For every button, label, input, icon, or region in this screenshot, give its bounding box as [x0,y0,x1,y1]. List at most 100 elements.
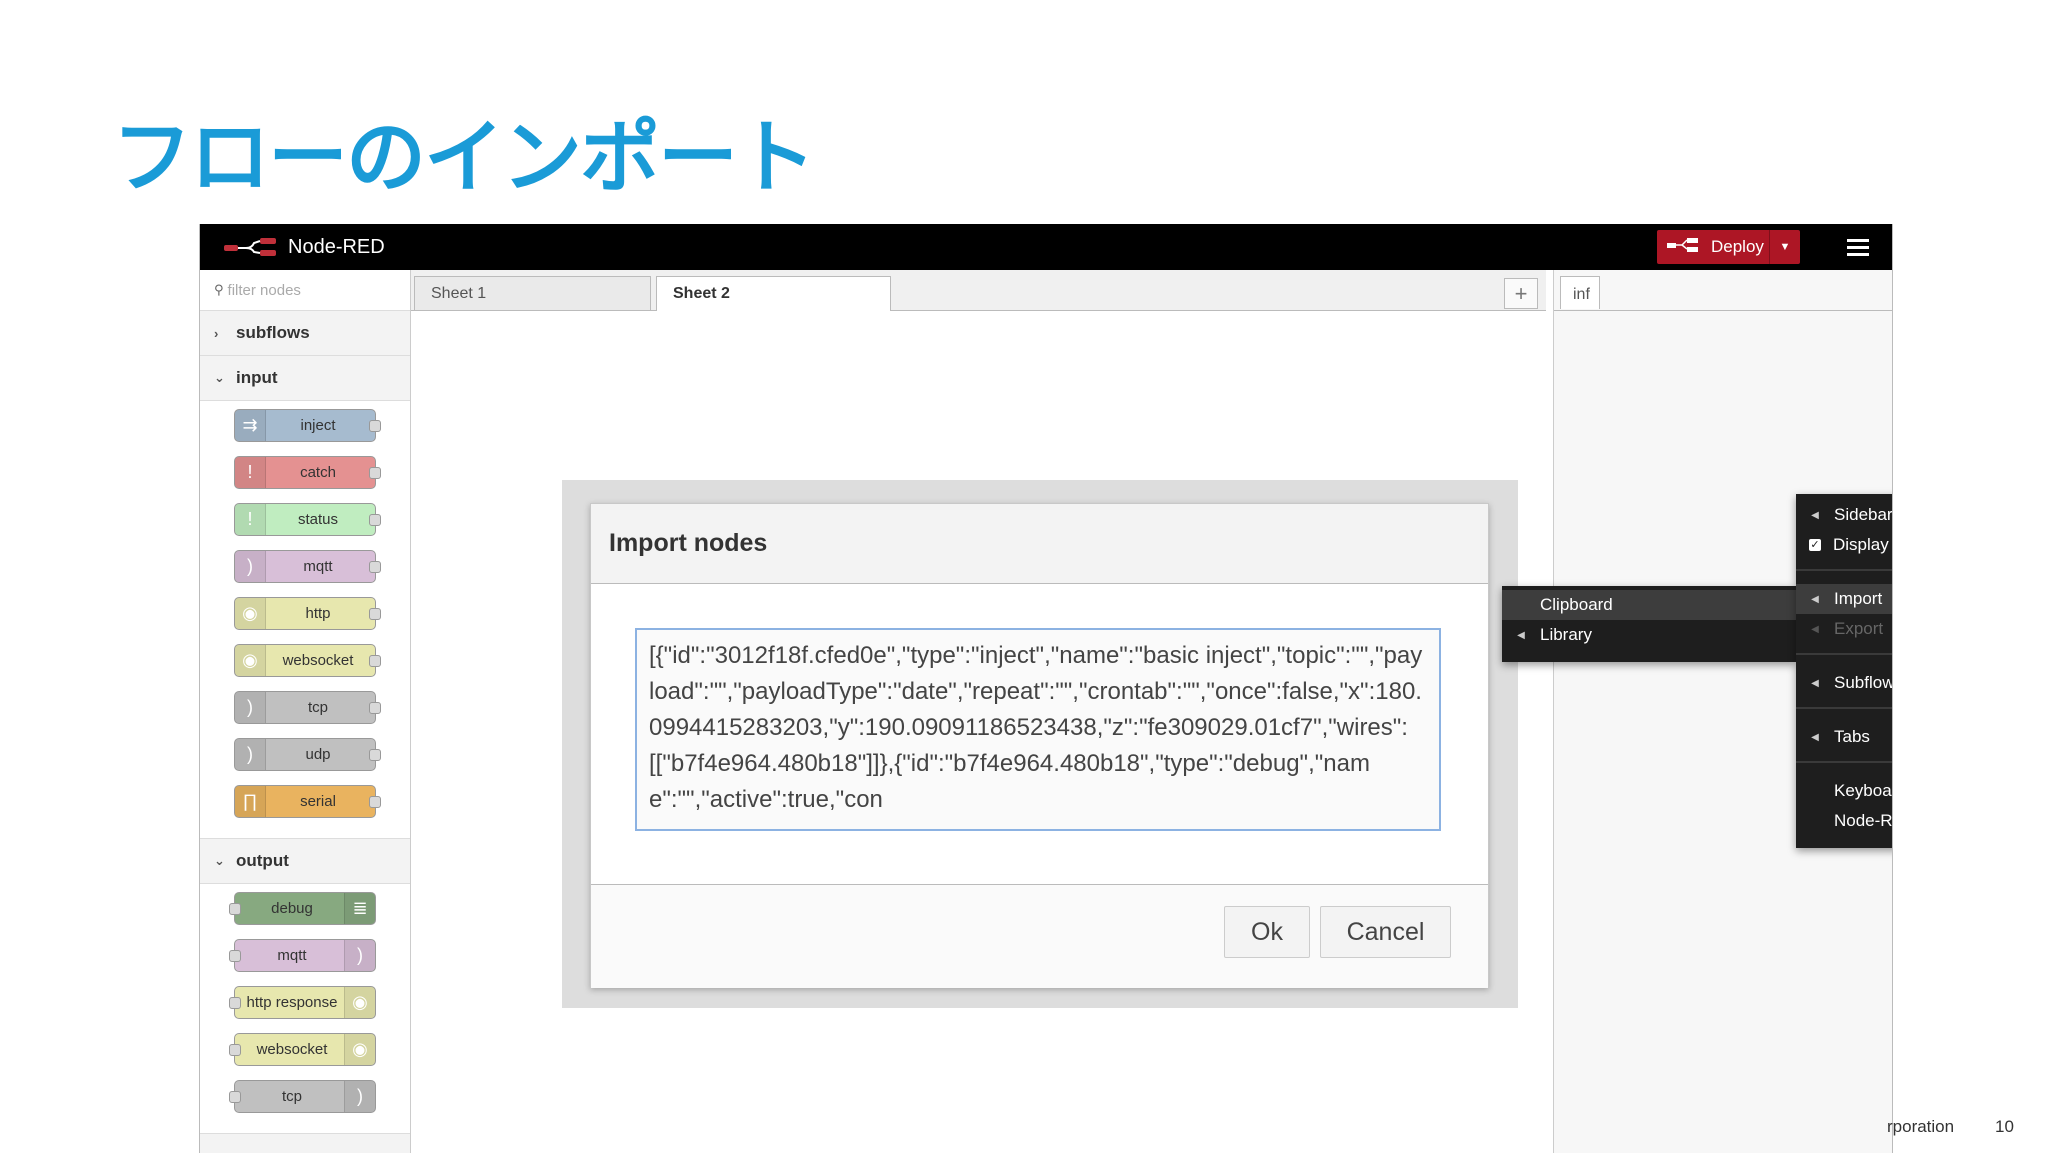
filter-nodes-input[interactable]: ⚲ filter nodes [200,270,410,311]
menu-divider [1796,707,1892,709]
output-node-list: debug ≣ mqtt) http response ◉ websocket ◉ t… [200,884,410,1134]
checkbox-checked-icon[interactable]: ✓ [1809,539,1821,551]
node-label: serial [300,793,336,810]
menu-item-label: Display Node Status [1833,535,1892,554]
palette-category-input[interactable]: ⌄ input [200,356,410,401]
menu-item-label: Library [1540,625,1592,644]
caret-left-icon: ◀ [1811,509,1819,521]
node-label: tcp [281,1088,302,1105]
palette-node-udp[interactable]: ) udp [234,738,381,771]
alert-icon: ! [235,504,266,535]
palette-category-subflows[interactable]: › subflows [200,311,410,356]
header-bar: Node-RED Deploy ▼ [200,224,1892,270]
main-menu-button[interactable] [1832,230,1884,264]
menu-item-label: Export [1834,619,1884,638]
menu-item-library[interactable]: ◀ Library [1502,620,1796,650]
caret-left-icon: ◀ [1811,731,1819,743]
input-port[interactable] [229,950,241,962]
caret-left-icon: ◀ [1811,677,1819,689]
output-port[interactable] [369,749,381,761]
input-port[interactable] [229,997,241,1009]
deploy-button[interactable]: Deploy ▼ [1657,230,1800,264]
node-red-logo-icon [224,238,276,256]
menu-item-label: Sidebar [1834,505,1893,524]
palette-node-serial[interactable]: ∏ serial [234,785,381,818]
palette-node-websocket[interactable]: ◉ websocket [234,644,381,677]
node-label: status [297,511,339,528]
palette-node-tcp-out[interactable]: tcp) [229,1080,376,1113]
palette-node-inject[interactable]: ⇉ inject [234,409,381,442]
palette-node-http-response[interactable]: http response ◉ [229,986,376,1019]
menu-item-tabs[interactable]: ◀ Tabs [1796,722,1892,752]
filter-placeholder: filter nodes [227,281,301,299]
chevron-down-icon: ⌄ [214,853,225,868]
palette-node-debug[interactable]: debug ≣ [229,892,376,925]
output-port[interactable] [369,702,381,714]
output-port[interactable] [369,796,381,808]
palette-node-mqtt-out[interactable]: mqtt) [229,939,376,972]
main-dropdown-menu: ◀ Sidebar ✓ Display Node Status ◀ Import ◀ E… [1796,494,1893,848]
node-label: debug [271,900,313,917]
menu-item-clipboard[interactable]: Clipboard [1502,590,1796,620]
palette-node-mqtt[interactable]: ) mqtt [234,550,381,583]
input-port[interactable] [229,1044,241,1056]
output-port[interactable] [369,420,381,432]
deploy-dropdown-caret-icon[interactable]: ▼ [1769,230,1800,264]
input-port[interactable] [229,1091,241,1103]
menu-item-display-node-status[interactable]: ✓ Display Node Status [1796,530,1892,560]
palette-category-output[interactable]: ⌄ output [200,839,410,884]
palette-node-http[interactable]: ◉ http [234,597,381,630]
caret-left-icon: ◀ [1517,629,1525,641]
arrow-in-icon: ⇉ [235,410,266,441]
menu-item-sidebar[interactable]: ◀ Sidebar [1796,500,1893,530]
tab-sheet-1[interactable]: Sheet 1 [414,276,651,310]
output-port[interactable] [369,561,381,573]
import-submenu: Clipboard ◀ Library [1502,586,1796,662]
sidebar-tab-divider [1554,310,1892,311]
cancel-button[interactable]: Cancel [1320,906,1451,958]
output-port[interactable] [369,467,381,479]
menu-item-label: Node-RED Website [1834,811,1893,830]
bridge-icon: ) [344,940,375,971]
menu-item-label: Clipboard [1540,595,1613,614]
tab-sheet-2[interactable]: Sheet 2 [656,276,891,311]
menu-item-keyboard-shortcuts[interactable]: Keyboard Shortcuts [1796,776,1892,806]
page-number: 10 [1995,1117,2014,1136]
list-icon: ≣ [344,893,375,924]
output-port[interactable] [369,655,381,667]
node-label: websocket [282,652,354,669]
node-label: mqtt [303,558,333,575]
globe-icon: ◉ [235,645,266,676]
hamburger-menu-icon [1847,239,1869,256]
menu-item-import[interactable]: ◀ Import [1796,584,1892,614]
ok-button[interactable]: Ok [1224,906,1310,958]
menu-item-label: Keyboard Shortcuts [1834,781,1892,800]
menu-item-node-red-website[interactable]: Node-RED Website [1796,806,1893,836]
palette-node-tcp[interactable]: ) tcp [234,691,381,724]
bridge-icon: ) [235,739,266,770]
deploy-label: Deploy [1711,237,1764,256]
bridge-icon: ) [235,692,266,723]
node-palette: ⚲ filter nodes › subflows ⌄ input ⇉ injec… [200,270,411,1153]
input-port[interactable] [229,903,241,915]
menu-item-subflows[interactable]: ◀ Subflows [1796,668,1892,698]
chevron-down-icon: ⌄ [214,370,225,385]
output-port[interactable] [369,514,381,526]
serial-icon: ∏ [235,786,266,817]
palette-node-catch[interactable]: ! catch [234,456,381,489]
palette-node-websocket-out[interactable]: websocket ◉ [229,1033,376,1066]
globe-icon: ◉ [344,1034,375,1065]
import-json-textarea[interactable]: [{"id":"3012f18f.cfed0e","type":"inject"… [635,628,1441,831]
add-tab-button[interactable]: + [1504,278,1538,309]
category-label: output [236,851,289,870]
output-port[interactable] [369,608,381,620]
node-label: http [305,605,331,622]
palette-node-status[interactable]: ! status [234,503,381,536]
category-label: subflows [236,323,310,342]
tab-info[interactable]: inf [1560,276,1600,309]
menu-item-label: Subflows [1834,673,1892,692]
menu-divider [1796,653,1892,655]
menu-item-label: Tabs [1834,727,1870,746]
node-label: http response [246,994,338,1011]
node-label: websocket [256,1041,328,1058]
